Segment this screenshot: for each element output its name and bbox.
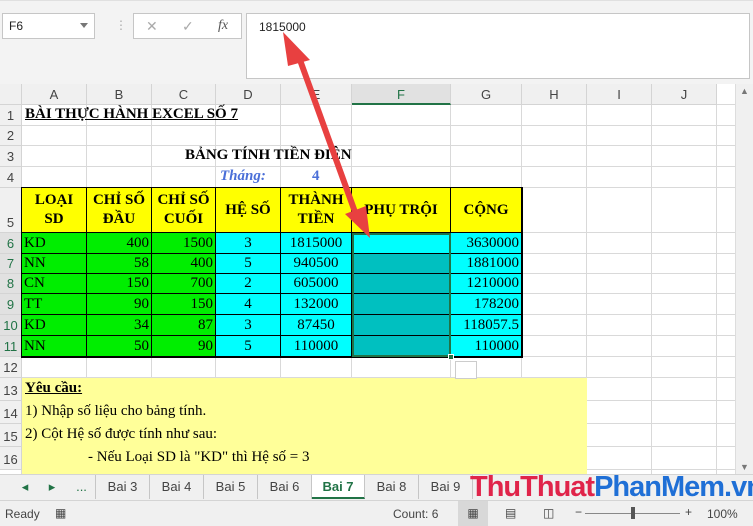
- tab-bai-6[interactable]: Bai 6: [258, 475, 312, 499]
- tab-bai-4[interactable]: Bai 4: [150, 475, 204, 499]
- tab-bai-5[interactable]: Bai 5: [204, 475, 258, 499]
- zoom-out-button[interactable]: −: [575, 505, 582, 519]
- sheet-tab-bar: ◂ ▸ ... Bai 3 Bai 4 Bai 5 Bai 6 Bai 7 Bai 8 Ba…: [0, 471, 753, 503]
- status-ready: Ready: [5, 507, 40, 521]
- macro-record-icon[interactable]: ▦: [55, 506, 66, 520]
- tab-next-icon[interactable]: ▸: [42, 475, 62, 499]
- tab-bai-3[interactable]: Bai 3: [96, 475, 150, 499]
- annotation-arrow: [283, 32, 370, 238]
- tab-bai-9[interactable]: Bai 9: [419, 475, 473, 499]
- zoom-slider-thumb[interactable]: [631, 507, 635, 519]
- tab-bai-7[interactable]: Bai 7: [312, 475, 365, 499]
- status-bar: Ready ▦ Count: 6 ▦ ▤ ◫ − + 100%: [0, 500, 753, 526]
- status-count: Count: 6: [393, 507, 439, 521]
- zoom-level: 100%: [707, 507, 738, 521]
- normal-view-icon[interactable]: ▦: [458, 501, 488, 526]
- zoom-in-button[interactable]: +: [685, 505, 692, 519]
- page-break-icon[interactable]: ◫: [543, 506, 554, 520]
- tab-overflow[interactable]: ...: [68, 475, 96, 499]
- tab-prev-icon[interactable]: ◂: [15, 475, 35, 499]
- tab-bai-8[interactable]: Bai 8: [365, 475, 419, 499]
- page-layout-icon[interactable]: ▤: [505, 506, 516, 520]
